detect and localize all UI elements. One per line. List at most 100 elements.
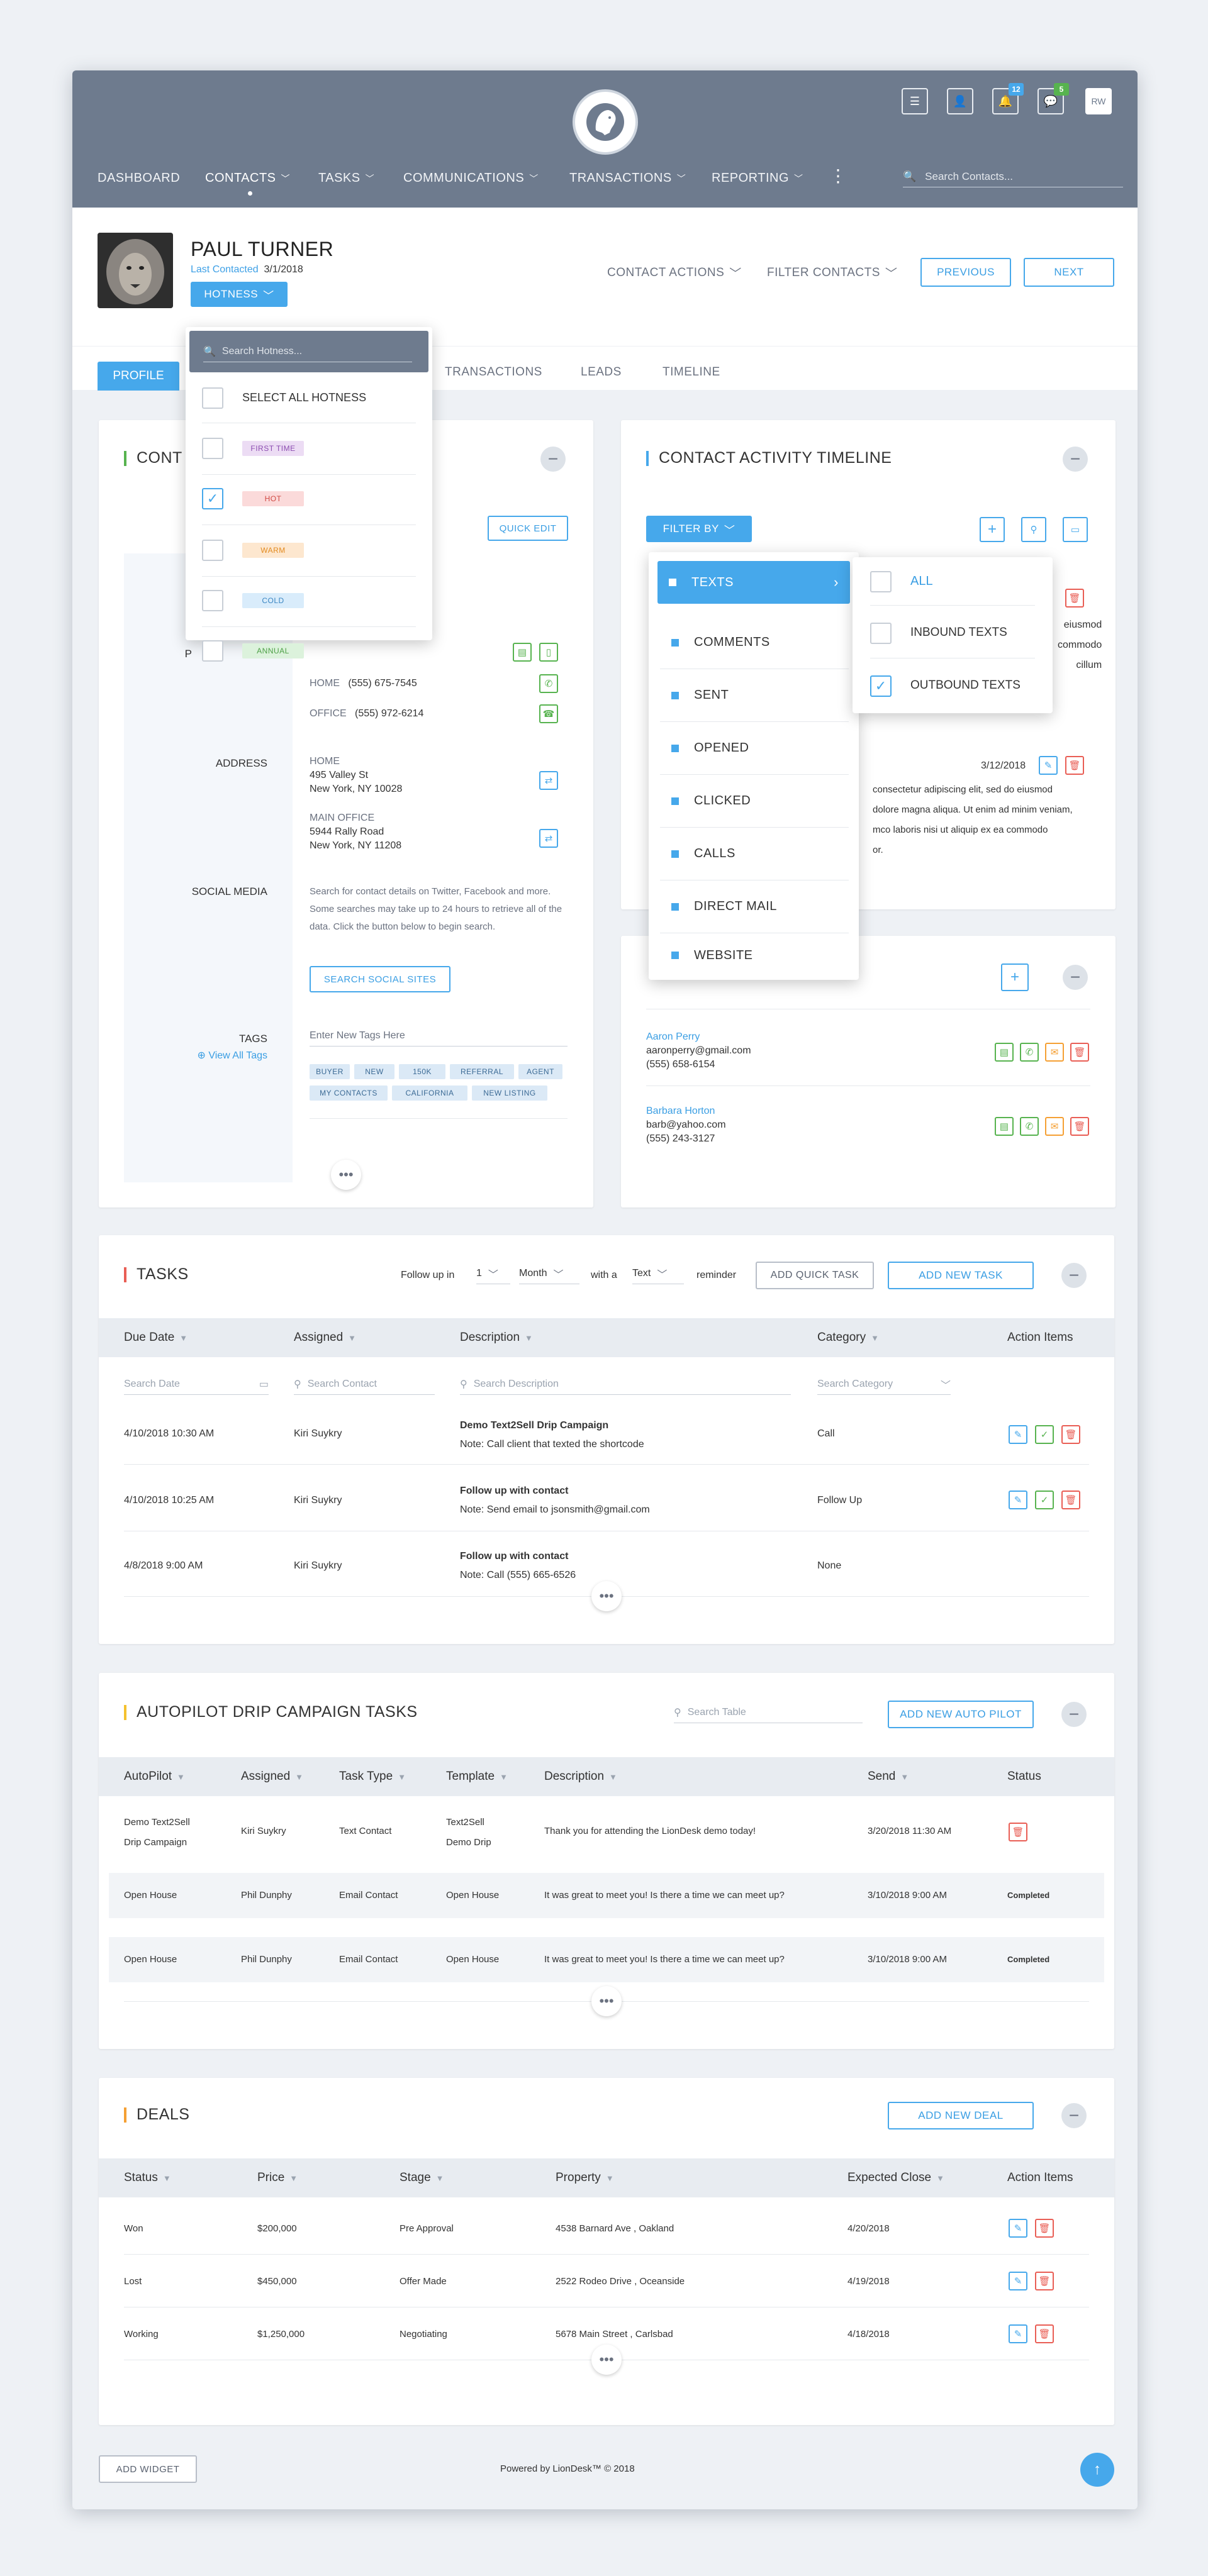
col-assigned[interactable]: Assigned ▼ <box>294 1331 356 1345</box>
collapse-button[interactable]: − <box>540 447 566 472</box>
edit-icon[interactable]: ✎ <box>1009 1491 1027 1509</box>
phone-icon[interactable]: ✆ <box>539 674 558 693</box>
search-social-sites-button[interactable]: SEARCH SOCIAL SITES <box>310 966 450 992</box>
col-task-type[interactable]: Task Type ▼ <box>339 1770 406 1784</box>
hotness-checkbox[interactable] <box>202 640 223 662</box>
delete-icon[interactable]: 🗑 <box>1061 1491 1080 1509</box>
notifications-icon[interactable]: 🔔 12 <box>992 83 1024 114</box>
map-directions-icon[interactable]: ⇄ <box>539 829 558 848</box>
tab-profile[interactable]: PROFILE <box>98 362 179 391</box>
add-new-autopilot-button[interactable]: ADD NEW AUTO PILOT <box>888 1701 1034 1728</box>
col-autopilot[interactable]: AutoPilot ▼ <box>124 1770 185 1784</box>
contact-actions-dropdown[interactable]: CONTACT ACTIONS ﹀ <box>607 264 742 281</box>
tag-chip[interactable]: NEW LISTING <box>472 1085 547 1101</box>
nav-communications[interactable]: COMMUNICATIONS ﹀ <box>403 171 539 186</box>
user-avatar[interactable]: RW <box>1085 88 1112 114</box>
hotness-checkbox[interactable] <box>202 590 223 611</box>
email-icon[interactable]: ✉ <box>1045 1117 1064 1136</box>
col-description[interactable]: Description ▼ <box>460 1331 533 1345</box>
tab-timeline[interactable]: TIMELINE <box>663 365 720 379</box>
search-category-select[interactable]: Search Category ﹀ <box>817 1374 951 1395</box>
follow-up-number[interactable]: 1 ﹀ <box>476 1263 510 1284</box>
tag-chip[interactable]: REFERRAL <box>450 1064 514 1079</box>
delete-icon[interactable]: 🗑 <box>1035 2272 1054 2290</box>
follow-up-unit[interactable]: Month ﹀ <box>519 1263 579 1284</box>
phone-icon[interactable]: ✆ <box>1020 1117 1039 1136</box>
tag-chip[interactable]: NEW <box>354 1064 394 1079</box>
filter-all-checkbox[interactable] <box>870 571 892 592</box>
person-name-link[interactable]: Barbara Horton <box>646 1104 726 1118</box>
delete-icon[interactable]: 🗑 <box>1035 2219 1054 2238</box>
col-assigned[interactable]: Assigned ▼ <box>241 1770 303 1784</box>
delete-icon[interactable]: 🗑 <box>1065 589 1084 608</box>
tag-chip[interactable]: CALIFORNIA <box>392 1085 467 1101</box>
filter-item-direct-mail[interactable]: DIRECT MAIL <box>660 880 849 933</box>
col-status[interactable]: Status ▼ <box>124 2171 171 2185</box>
select-all-checkbox[interactable] <box>202 387 223 409</box>
reminder-type[interactable]: Text ﹀ <box>632 1263 684 1284</box>
hotness-checkbox[interactable]: ✓ <box>202 488 223 509</box>
edit-icon[interactable]: ✎ <box>1009 2272 1027 2290</box>
person-name-link[interactable]: Aaron Perry <box>646 1030 751 1044</box>
nav-dashboard[interactable]: DASHBOARD <box>98 171 180 186</box>
nav-contacts[interactable]: CONTACTS ﹀ <box>205 171 290 196</box>
hotness-checkbox[interactable] <box>202 540 223 561</box>
filter-item-sent[interactable]: SENT <box>660 669 849 722</box>
messages-icon[interactable]: 💬 5 <box>1037 83 1069 114</box>
search-icon[interactable]: ⚲ <box>1021 517 1046 542</box>
nav-tasks[interactable]: TASKS ﹀ <box>318 171 374 186</box>
inbound-texts-checkbox[interactable] <box>870 623 892 644</box>
col-stage[interactable]: Stage ▼ <box>400 2171 444 2185</box>
text-message-icon[interactable]: ▤ <box>995 1117 1014 1136</box>
previous-button[interactable]: PREVIOUS <box>920 258 1011 287</box>
new-tag-input[interactable]: Enter New Tags Here <box>310 1025 568 1046</box>
tab-transactions[interactable]: TRANSACTIONS <box>445 365 542 379</box>
search-table-input[interactable]: ⚲ Search Table <box>674 1702 863 1723</box>
liondesk-logo[interactable] <box>573 89 638 155</box>
complete-icon[interactable]: ✓ <box>1035 1491 1054 1509</box>
hotness-checkbox[interactable] <box>202 438 223 459</box>
text-message-icon[interactable]: ▤ <box>513 643 532 662</box>
delete-icon[interactable]: 🗑 <box>1061 1425 1080 1444</box>
collapse-button[interactable]: − <box>1061 1702 1087 1727</box>
tag-chip[interactable]: MY CONTACTS <box>310 1085 388 1101</box>
edit-icon[interactable]: ✎ <box>1009 2219 1027 2238</box>
filter-contacts-dropdown[interactable]: FILTER CONTACTS ﹀ <box>767 264 897 281</box>
search-date-input[interactable]: Search Date ▭ <box>124 1374 269 1395</box>
filter-item-opened[interactable]: OPENED <box>660 722 849 775</box>
more-options-button[interactable]: ••• <box>591 1581 622 1611</box>
delete-icon[interactable]: 🗑 <box>1035 2324 1054 2343</box>
text-message-icon[interactable]: ▤ <box>995 1043 1014 1062</box>
phone-icon[interactable]: ✆ <box>1020 1043 1039 1062</box>
add-widget-button[interactable]: ADD WIDGET <box>99 2455 197 2483</box>
filter-item-website[interactable]: WEBSITE <box>660 933 849 977</box>
email-icon[interactable]: ✉ <box>1045 1043 1064 1062</box>
map-directions-icon[interactable]: ⇄ <box>539 771 558 790</box>
filter-item-comments[interactable]: COMMENTS <box>660 616 849 669</box>
calendar-icon[interactable]: ▭ <box>1063 517 1088 542</box>
edit-icon[interactable]: ✎ <box>1009 1425 1027 1444</box>
scroll-to-top-button[interactable]: ↑ <box>1080 2453 1114 2487</box>
col-price[interactable]: Price ▼ <box>257 2171 298 2185</box>
add-quick-task-button[interactable]: ADD QUICK TASK <box>756 1262 874 1289</box>
add-icon[interactable]: + <box>980 517 1005 542</box>
col-due-date[interactable]: Due Date ▼ <box>124 1331 187 1345</box>
tag-chip[interactable]: AGENT <box>518 1064 562 1079</box>
col-description[interactable]: Description ▼ <box>544 1770 617 1784</box>
delete-icon[interactable]: 🗑 <box>1070 1117 1089 1136</box>
col-template[interactable]: Template ▼ <box>446 1770 508 1784</box>
edit-icon[interactable]: ✎ <box>1009 2324 1027 2343</box>
nav-transactions[interactable]: TRANSACTIONS ﹀ <box>569 171 686 186</box>
collapse-button[interactable]: − <box>1063 447 1088 472</box>
quick-edit-button[interactable]: QUICK EDIT <box>488 516 568 541</box>
more-options-button[interactable]: ••• <box>591 2345 622 2375</box>
search-description-input[interactable]: ⚲ Search Description <box>460 1374 791 1395</box>
tab-leads[interactable]: LEADS <box>581 365 622 379</box>
next-button[interactable]: NEXT <box>1024 258 1114 287</box>
col-expected-close[interactable]: Expected Close ▼ <box>847 2171 944 2185</box>
delete-icon[interactable]: 🗑 <box>1009 1823 1027 1841</box>
list-settings-icon[interactable]: ☰ <box>902 88 928 114</box>
hotness-search-input[interactable]: 🔍 Search Hotness... <box>203 341 412 362</box>
more-menu-icon[interactable]: ⋮ <box>829 167 847 185</box>
edit-icon[interactable]: ✎ <box>1039 756 1058 775</box>
